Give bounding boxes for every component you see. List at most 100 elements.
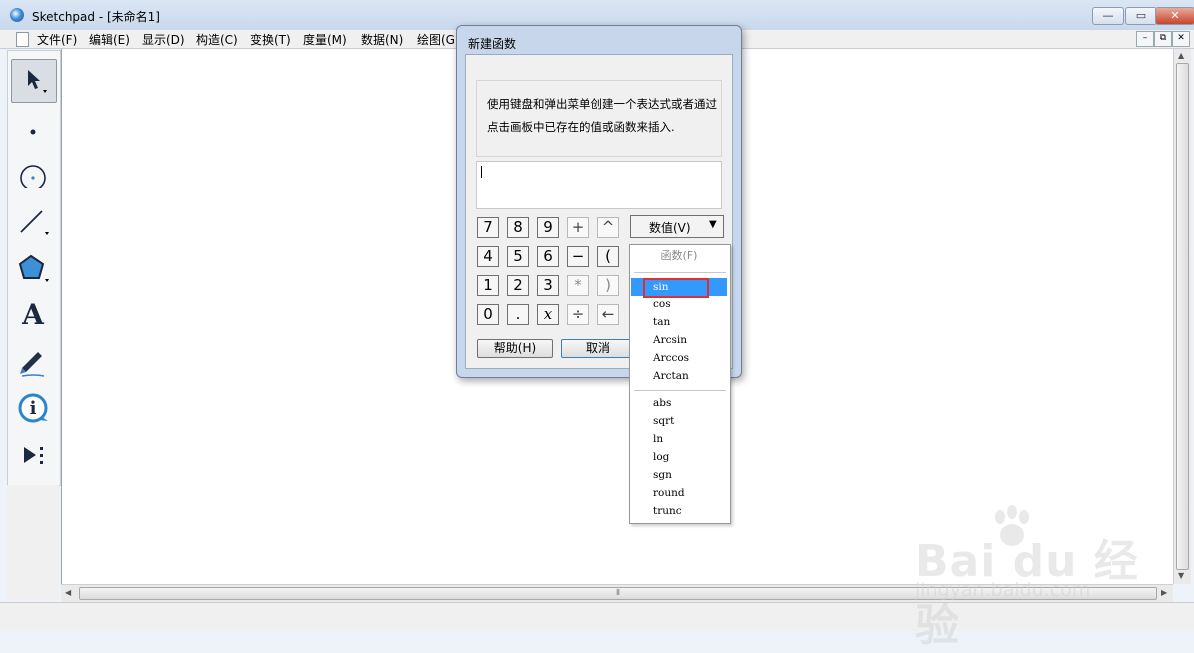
key-multiply[interactable]: * — [567, 275, 589, 296]
polygon-icon — [18, 254, 49, 282]
function-item-tan[interactable]: tan — [631, 313, 727, 331]
function-item-arccos[interactable]: Arccos — [631, 349, 727, 367]
chevron-down-icon: ▼ — [709, 219, 717, 230]
function-item-sin[interactable]: sin — [631, 278, 727, 298]
arrow-select-icon — [28, 70, 47, 93]
scroll-left-icon[interactable]: ◀ — [65, 588, 71, 597]
help-button[interactable]: 帮助(H) — [477, 339, 553, 358]
vertical-scroll-thumb[interactable] — [1176, 63, 1189, 570]
doc-restore-button[interactable]: ⧉ — [1154, 31, 1172, 47]
compass-tool[interactable] — [11, 152, 55, 194]
text-caret — [481, 166, 482, 178]
scroll-down-icon[interactable]: ▼ — [1178, 571, 1184, 580]
function-label: sgn — [653, 469, 672, 481]
scroll-up-icon[interactable]: ▲ — [1178, 51, 1184, 60]
marker-tool[interactable] — [11, 340, 55, 382]
menu-construct[interactable]: 构造(C) — [196, 31, 238, 48]
watermark-url: jingyan.baidu.com — [915, 579, 1091, 601]
doc-close-button[interactable]: ✕ — [1172, 31, 1190, 47]
key-3[interactable]: 3 — [537, 275, 559, 296]
polygon-tool[interactable] — [11, 246, 55, 288]
menu-display[interactable]: 显示(D) — [142, 31, 185, 48]
key-backspace[interactable]: ← — [597, 304, 619, 325]
cancel-button[interactable]: 取消 — [561, 339, 635, 358]
text-tool[interactable]: A — [11, 293, 55, 335]
minimize-button[interactable]: — — [1092, 7, 1124, 25]
information-icon: i — [18, 393, 48, 423]
function-label: Arcsin — [653, 334, 687, 346]
menu-measure[interactable]: 度量(M) — [303, 31, 347, 48]
function-item-sqrt[interactable]: sqrt — [631, 412, 727, 430]
function-item-round[interactable]: round — [631, 484, 727, 502]
expression-input[interactable] — [476, 161, 722, 209]
function-label: Arccos — [653, 352, 690, 364]
arrow-select-tool[interactable] — [11, 59, 57, 103]
marker-icon — [20, 352, 45, 377]
key-6[interactable]: 6 — [537, 246, 559, 267]
key-caret[interactable]: ^ — [597, 217, 619, 238]
dialog-description: 使用键盘和弹出菜单创建一个表达式或者通过点击画板中已存在的值或函数来插入. — [487, 97, 717, 134]
function-label: round — [653, 487, 685, 499]
function-item-sgn[interactable]: sgn — [631, 466, 727, 484]
values-label: 数值(V) — [649, 221, 691, 235]
key-plus[interactable]: + — [567, 217, 589, 238]
key-0[interactable]: 0 — [477, 304, 499, 325]
menu-edit[interactable]: 编辑(E) — [89, 31, 130, 48]
menu-separator — [634, 390, 726, 391]
key-7[interactable]: 7 — [477, 217, 499, 238]
key-9[interactable]: 9 — [537, 217, 559, 238]
menu-graph[interactable]: 绘图(G — [417, 31, 455, 48]
menu-transform[interactable]: 变换(T) — [250, 31, 291, 48]
key-divide[interactable]: ÷ — [567, 304, 589, 325]
point-tool[interactable] — [11, 106, 55, 148]
baidu-jingyan-watermark: Bai du 经验 jingyan.baidu.com — [915, 503, 1145, 651]
function-label: abs — [653, 397, 672, 409]
key-variable-x[interactable]: 𝑥 — [537, 304, 559, 325]
doc-minimize-button[interactable]: – — [1136, 31, 1154, 47]
function-item-log[interactable]: log — [631, 448, 727, 466]
function-label: sqrt — [653, 415, 675, 427]
vertical-scrollbar[interactable]: ▲ ▼ — [1173, 49, 1191, 584]
menu-data[interactable]: 数据(N) — [361, 31, 403, 48]
function-menu: 函数(F) sin cos tan Arcsin Arccos Arctan a… — [629, 244, 731, 524]
function-label: ln — [653, 433, 664, 445]
custom-tool[interactable] — [11, 434, 55, 476]
key-4[interactable]: 4 — [477, 246, 499, 267]
function-label: sin — [653, 281, 669, 293]
toolbox-footer — [7, 485, 59, 600]
toolbox: A i — [7, 50, 61, 486]
menu-file[interactable]: 文件(F) — [37, 31, 77, 48]
key-close-paren[interactable]: ) — [597, 275, 619, 296]
values-dropdown-button[interactable]: 数值(V) ▼ — [630, 215, 724, 238]
function-item-cos[interactable]: cos — [631, 295, 727, 313]
text-tool-icon: A — [22, 297, 44, 331]
straightedge-tool[interactable] — [11, 199, 55, 241]
function-label: log — [653, 451, 670, 463]
function-label: Arctan — [653, 370, 689, 382]
document-icon — [16, 32, 29, 47]
scroll-right-icon[interactable]: ▶ — [1161, 588, 1167, 597]
function-item-arctan[interactable]: Arctan — [631, 367, 727, 385]
maximize-button[interactable]: ▭ — [1125, 7, 1157, 25]
function-item-abs[interactable]: abs — [631, 394, 727, 412]
function-label: cos — [653, 298, 671, 310]
key-8[interactable]: 8 — [507, 217, 529, 238]
function-label: trunc — [653, 505, 682, 517]
key-open-paren[interactable]: ( — [597, 246, 619, 267]
key-1[interactable]: 1 — [477, 275, 499, 296]
key-decimal[interactable]: . — [507, 304, 529, 325]
compass-icon — [20, 165, 46, 188]
sketchpad-app-icon — [10, 8, 24, 22]
function-item-ln[interactable]: ln — [631, 430, 727, 448]
close-button[interactable]: ✕ — [1155, 7, 1194, 25]
function-item-arcsin[interactable]: Arcsin — [631, 331, 727, 349]
menu-separator — [634, 272, 726, 273]
key-2[interactable]: 2 — [507, 275, 529, 296]
window-title: Sketchpad - [未命名1] — [32, 10, 160, 24]
function-item-trunc[interactable]: trunc — [631, 502, 727, 520]
svg-text:i: i — [30, 398, 37, 419]
information-tool[interactable]: i — [11, 387, 55, 429]
function-label: tan — [653, 316, 671, 328]
key-5[interactable]: 5 — [507, 246, 529, 267]
key-minus[interactable]: − — [567, 246, 589, 267]
